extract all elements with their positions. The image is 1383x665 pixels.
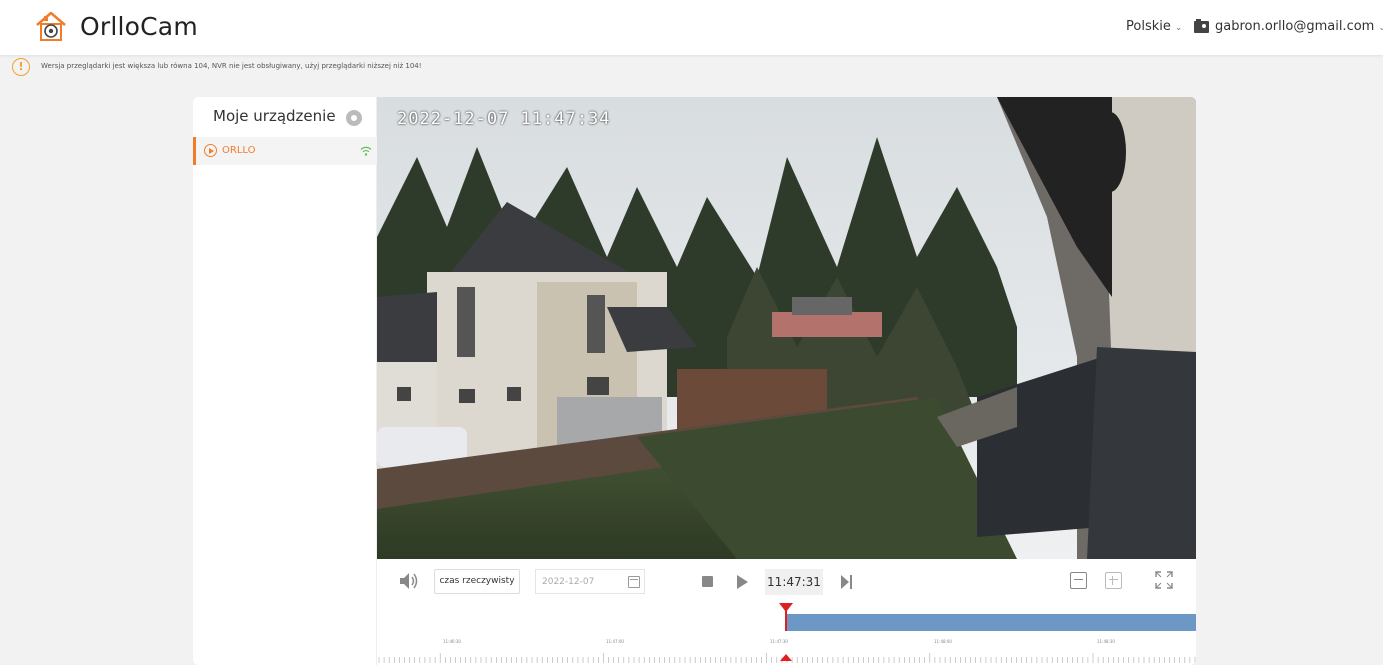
orllocam-logo-icon (36, 11, 66, 41)
next-frame-icon[interactable] (841, 575, 853, 589)
tick-label: 11:48:00 (934, 639, 952, 644)
main-panel: Moje urządzenie ORLLO 2022-12-07 11:47:3… (193, 97, 1196, 665)
warning-icon: ! (12, 58, 30, 76)
stop-icon[interactable] (702, 576, 713, 587)
device-item-orllo[interactable]: ORLLO (193, 137, 377, 165)
chevron-down-icon: ⌄ (1174, 23, 1183, 33)
device-sidebar: Moje urządzenie ORLLO (193, 97, 377, 665)
play-icon[interactable] (737, 575, 748, 589)
browser-warning-text: Wersja przeglądarki jest większa lub rów… (41, 62, 422, 70)
language-selector[interactable]: Polskie ⌄ (1126, 19, 1182, 34)
recording-segment (786, 614, 1196, 631)
timeline-ruler: 11:46:30 11:47:00 11:47:30 11:48:00 11:4… (377, 639, 1196, 665)
device-name: ORLLO (222, 145, 256, 156)
tick-label: 11:47:30 (770, 639, 788, 644)
playhead-bottom-marker (780, 654, 792, 661)
tick-label: 11:47:00 (606, 639, 624, 644)
language-label: Polskie (1126, 19, 1171, 34)
brand-name: OrlloCam (80, 12, 198, 41)
playhead-marker[interactable] (779, 603, 793, 612)
playback-controls: czas rzeczywisty 2022-12-07 11:47:31 (377, 559, 1196, 603)
user-email: gabron.orllo@gmail.com (1215, 19, 1375, 34)
tick-label: 11:48:30 (1097, 639, 1115, 644)
calendar-icon (628, 576, 640, 588)
user-menu[interactable]: gabron.orllo@gmail.com ⌄ (1215, 19, 1383, 34)
date-value: 2022-12-07 (542, 577, 595, 587)
wifi-icon (360, 146, 372, 156)
date-picker[interactable]: 2022-12-07 (535, 569, 645, 594)
volume-icon[interactable] (399, 571, 419, 591)
user-card-icon (1194, 19, 1209, 33)
live-view-button[interactable]: czas rzeczywisty (434, 569, 520, 594)
tick-label: 11:46:30 (443, 639, 461, 644)
settings-icon[interactable] (346, 110, 362, 126)
camera-play-icon (204, 144, 217, 157)
time-display[interactable]: 11:47:31 (765, 569, 823, 595)
fullscreen-icon[interactable] (1155, 571, 1173, 589)
video-frame (377, 97, 1196, 559)
chevron-down-icon: ⌄ (1378, 23, 1383, 33)
zoom-in-icon[interactable] (1105, 572, 1122, 589)
sidebar-title: Moje urządzenie (213, 107, 336, 125)
osd-timestamp: 2022-12-07 11:47:34 (397, 109, 611, 129)
recording-timeline[interactable]: 11:46:30 11:47:00 11:47:30 11:48:00 11:4… (377, 603, 1196, 665)
camera-video-feed[interactable]: 2022-12-07 11:47:34 (377, 97, 1196, 559)
top-bar: OrlloCam Polskie ⌄ gabron.orllo@gmail.com… (0, 0, 1383, 55)
zoom-out-icon[interactable] (1070, 572, 1087, 589)
